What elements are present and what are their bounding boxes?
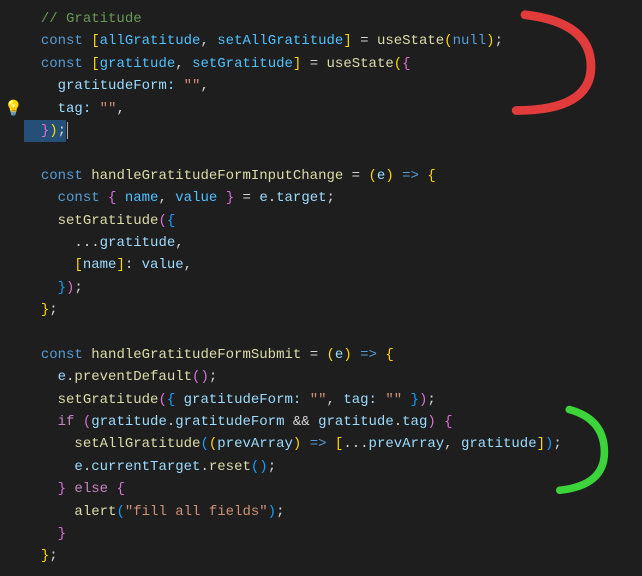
- code-line: const handleGratitudeFormInputChange = (…: [24, 165, 642, 187]
- code-line: };: [24, 545, 642, 567]
- code-line: setGratitude({: [24, 210, 642, 232]
- code-line: if (gratitude.gratitudeForm && gratitude…: [24, 411, 642, 433]
- comment: // Gratitude: [41, 11, 142, 27]
- code-line: };: [24, 299, 642, 321]
- code-line: const { name, value } = e.target;: [24, 187, 642, 209]
- code-line: const [allGratitude, setAllGratitude] = …: [24, 30, 642, 52]
- code-line: // Gratitude: [24, 8, 642, 30]
- blank-line: [24, 321, 642, 343]
- code-line: ...gratitude,: [24, 232, 642, 254]
- code-editor[interactable]: // Gratitude const [allGratitude, setAll…: [0, 0, 642, 576]
- code-line: gratitudeForm: "",: [24, 75, 642, 97]
- blank-line: [24, 142, 642, 164]
- code-line: [name]: value,: [24, 254, 642, 276]
- code-line: e.preventDefault();: [24, 366, 642, 388]
- code-line: setGratitude({ gratitudeForm: "", tag: "…: [24, 389, 642, 411]
- code-line: const [gratitude, setGratitude] = useSta…: [24, 53, 642, 75]
- selection: });: [24, 120, 66, 142]
- code-line: });: [24, 120, 642, 142]
- lightbulb-icon[interactable]: 💡: [4, 98, 23, 122]
- code-line: }: [24, 523, 642, 545]
- cursor-icon: [67, 122, 68, 139]
- code-line: });: [24, 277, 642, 299]
- code-line: const handleGratitudeFormSubmit = (e) =>…: [24, 344, 642, 366]
- code-line: } else {: [24, 478, 642, 500]
- code-line: e.currentTarget.reset();: [24, 456, 642, 478]
- code-line: tag: "",: [24, 98, 642, 120]
- code-line: alert("fill all fields");: [24, 501, 642, 523]
- code-line: setAllGratitude((prevArray) => [...prevA…: [24, 433, 642, 455]
